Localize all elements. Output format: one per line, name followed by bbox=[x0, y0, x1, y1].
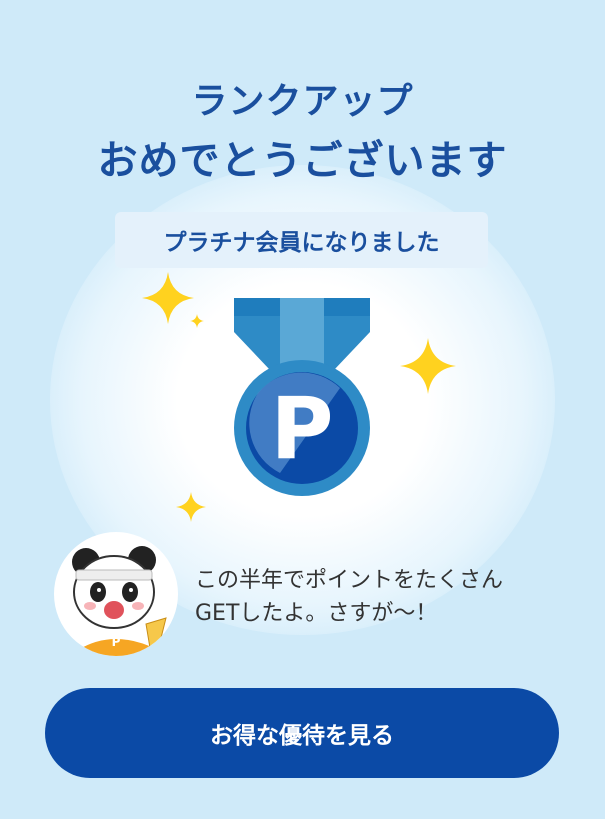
rank-status-badge: プラチナ会員になりました bbox=[115, 212, 488, 268]
sparkle-icon bbox=[176, 492, 206, 522]
sparkle-icon bbox=[400, 338, 456, 394]
mascot-message-line1: この半年でポイントをたくさん bbox=[195, 568, 504, 593]
avatar: P bbox=[54, 532, 178, 656]
medal-icon: P bbox=[234, 298, 370, 496]
sparkle-icon bbox=[142, 272, 194, 324]
page-title-line1: ランクアップ bbox=[191, 81, 414, 122]
panda-mascot-icon: P bbox=[72, 546, 167, 656]
page-title-line2: おめでとうございます bbox=[97, 138, 508, 184]
rank-status-label: プラチナ会員になりました bbox=[163, 230, 440, 256]
rank-up-screen: ランクアップ おめでとうございます プラチナ会員になりました P P この半年で… bbox=[0, 0, 605, 819]
medal-letter: P bbox=[270, 379, 333, 479]
sparkle-icon bbox=[190, 314, 204, 328]
mascot-message-line2: GETしたよ。さすが〜！ bbox=[195, 601, 438, 626]
view-benefits-button[interactable]: お得な優待を見る bbox=[45, 688, 559, 778]
svg-text:P: P bbox=[112, 635, 121, 649]
mascot-message: この半年でポイントをたくさん GETしたよ。さすが〜！ bbox=[195, 564, 575, 630]
